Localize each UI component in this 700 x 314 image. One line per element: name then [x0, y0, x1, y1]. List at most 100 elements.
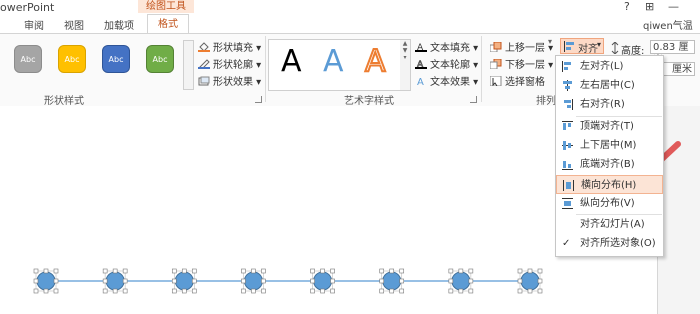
resize-handle[interactable]: [448, 288, 454, 294]
shape-style-gold[interactable]: Abc: [58, 45, 86, 73]
resize-handle[interactable]: [53, 278, 59, 284]
height-input[interactable]: 0.83 厘米: [650, 40, 695, 66]
shape-styles-launcher-icon[interactable]: [255, 96, 262, 103]
resize-handle[interactable]: [330, 278, 335, 284]
resize-handle[interactable]: [251, 268, 256, 274]
resize-handle[interactable]: [399, 268, 405, 274]
tab-addins[interactable]: 加载项: [104, 17, 134, 32]
resize-handle[interactable]: [517, 278, 523, 284]
circle[interactable]: [174, 271, 194, 291]
resize-handle[interactable]: [537, 288, 543, 294]
resize-handle[interactable]: [171, 288, 177, 294]
resize-handle[interactable]: [171, 268, 177, 274]
tab-review[interactable]: 审阅: [24, 17, 44, 32]
menu-item-align-left[interactable]: 左对齐(L): [556, 57, 663, 76]
resize-handle[interactable]: [468, 288, 474, 294]
circle[interactable]: [36, 271, 56, 291]
resize-handle[interactable]: [33, 268, 39, 274]
resize-handle[interactable]: [122, 268, 128, 274]
wordart-sample-orange[interactable]: A: [364, 43, 386, 80]
resize-handle[interactable]: [241, 288, 246, 294]
circle[interactable]: [451, 271, 471, 291]
resize-handle[interactable]: [251, 288, 256, 294]
circle-shape[interactable]: [33, 268, 59, 294]
text-fill-button[interactable]: A 文本填充 ▾: [415, 39, 478, 54]
resize-handle[interactable]: [527, 288, 533, 294]
circle[interactable]: [520, 271, 540, 291]
resize-handle[interactable]: [241, 278, 246, 284]
align-button[interactable]: 对齐 ▾: [560, 38, 604, 55]
shape-style-green[interactable]: Abc: [146, 45, 174, 73]
resize-handle[interactable]: [379, 278, 385, 284]
shape-styles-gallery-scroll[interactable]: [183, 40, 194, 90]
resize-handle[interactable]: [241, 268, 246, 274]
resize-handle[interactable]: [448, 268, 454, 274]
resize-handle[interactable]: [330, 268, 335, 274]
selection-pane-button[interactable]: 选择窗格: [490, 73, 545, 88]
resize-handle[interactable]: [261, 288, 266, 294]
shape-effects-button[interactable]: 形状效果 ▾: [198, 73, 261, 88]
resize-handle[interactable]: [517, 268, 523, 274]
circle-shape[interactable]: [517, 268, 543, 294]
resize-handle[interactable]: [379, 268, 385, 274]
resize-handle[interactable]: [399, 288, 405, 294]
resize-handle[interactable]: [389, 268, 395, 274]
menu-item-align-right[interactable]: 右对齐(R): [556, 95, 663, 114]
resize-handle[interactable]: [527, 268, 533, 274]
wordart-gallery-scroll[interactable]: ▲ ▼ ▾: [400, 39, 411, 91]
tab-view[interactable]: 视图: [64, 17, 84, 32]
resize-handle[interactable]: [310, 288, 315, 294]
resize-handle[interactable]: [171, 278, 177, 284]
circle[interactable]: [105, 271, 125, 291]
circle-shape[interactable]: [171, 268, 197, 294]
resize-handle[interactable]: [112, 268, 118, 274]
resize-handle[interactable]: [53, 288, 59, 294]
resize-handle[interactable]: [320, 288, 325, 294]
help-button[interactable]: ?: [624, 0, 630, 13]
resize-handle[interactable]: [310, 268, 315, 274]
menu-item-align-to-slide[interactable]: 对齐幻灯片(A): [556, 215, 663, 234]
send-backward-button[interactable]: 下移一层 ▾: [490, 56, 553, 71]
resize-handle[interactable]: [310, 278, 315, 284]
resize-handle[interactable]: [122, 288, 128, 294]
resize-handle[interactable]: [33, 288, 39, 294]
resize-handle[interactable]: [389, 288, 395, 294]
menu-item-distribute-vertically[interactable]: 纵向分布(V): [556, 194, 663, 213]
resize-handle[interactable]: [181, 288, 187, 294]
resize-handle[interactable]: [33, 278, 39, 284]
circle-shape[interactable]: [448, 268, 474, 294]
minimize-button[interactable]: —: [668, 0, 679, 13]
resize-handle[interactable]: [468, 278, 474, 284]
resize-handle[interactable]: [102, 268, 108, 274]
circle-shape[interactable]: [241, 268, 266, 294]
resize-handle[interactable]: [261, 278, 266, 284]
resize-handle[interactable]: [43, 288, 49, 294]
menu-item-align-top[interactable]: 顶端对齐(T): [556, 117, 663, 136]
circle[interactable]: [243, 271, 263, 291]
menu-item-align-selected-objects[interactable]: ✓ 对齐所选对象(O): [556, 234, 663, 253]
menu-item-distribute-horizontally[interactable]: 横向分布(H): [556, 175, 663, 194]
circle[interactable]: [313, 271, 333, 291]
circle-shape[interactable]: [379, 268, 405, 294]
resize-handle[interactable]: [330, 288, 335, 294]
menu-item-align-middle[interactable]: 上下居中(M): [556, 136, 663, 155]
resize-handle[interactable]: [448, 278, 454, 284]
resize-handle[interactable]: [458, 268, 464, 274]
resize-handle[interactable]: [181, 268, 187, 274]
resize-handle[interactable]: [191, 268, 197, 274]
menu-item-align-bottom[interactable]: 底端对齐(B): [556, 155, 663, 174]
tab-format[interactable]: 格式: [147, 14, 189, 34]
bring-forward-dropdown-icon[interactable]: ▾: [548, 37, 552, 46]
restore-button[interactable]: ⊞: [645, 0, 654, 13]
resize-handle[interactable]: [320, 268, 325, 274]
shape-style-blue[interactable]: Abc: [102, 45, 130, 73]
resize-handle[interactable]: [43, 268, 49, 274]
resize-handle[interactable]: [379, 288, 385, 294]
shape-outline-button[interactable]: 形状轮廓 ▾: [198, 56, 261, 71]
wordart-sample-blue[interactable]: A: [323, 44, 344, 79]
resize-handle[interactable]: [191, 288, 197, 294]
shape-fill-button[interactable]: 形状填充 ▾: [198, 39, 261, 54]
resize-handle[interactable]: [458, 288, 464, 294]
resize-handle[interactable]: [261, 268, 266, 274]
resize-handle[interactable]: [191, 278, 197, 284]
